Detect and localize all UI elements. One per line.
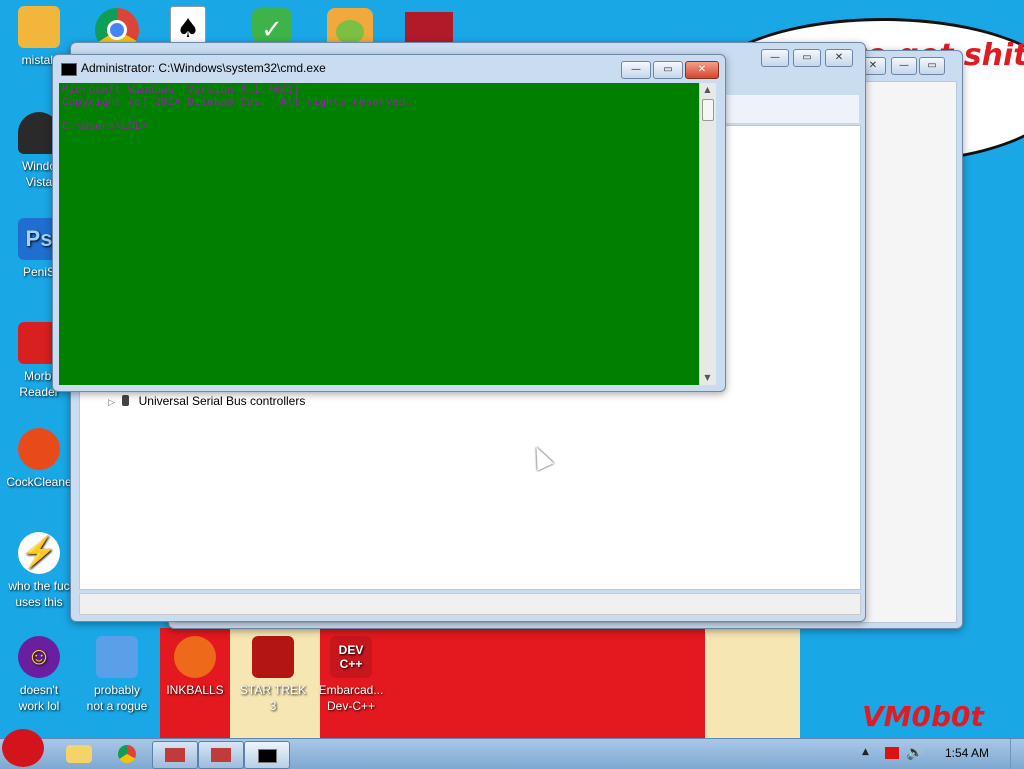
console-prompt: C:\Users\LOL> bbox=[62, 121, 148, 133]
desktop-icon[interactable]: ⚡ who the fuc uses this bbox=[0, 532, 78, 610]
minimize-button[interactable]: — bbox=[621, 61, 651, 79]
tree-item[interactable]: ▷ Universal Serial Bus controllers bbox=[108, 394, 305, 408]
desktop-icon-label: STAR TREK 3 bbox=[239, 683, 307, 713]
minimize-button[interactable]: — bbox=[761, 49, 789, 67]
taskbar-button-cmd[interactable] bbox=[244, 741, 290, 769]
tree-item-label: Universal Serial Bus controllers bbox=[138, 394, 306, 408]
desktop-icon[interactable]: INKBALLS bbox=[156, 636, 234, 698]
cmd-window[interactable]: Administrator: C:\Windows\system32\cmd.e… bbox=[52, 54, 726, 392]
start-button[interactable] bbox=[2, 729, 44, 767]
wallpaper-yellow-block bbox=[705, 628, 800, 738]
maximize-button[interactable]: ▭ bbox=[793, 49, 821, 67]
desktop-icon-label: CockCleane bbox=[6, 475, 72, 489]
status-bar bbox=[79, 593, 861, 615]
usb-icon bbox=[122, 395, 130, 406]
toolbox-icon bbox=[165, 748, 185, 762]
explorer-icon[interactable] bbox=[66, 745, 92, 763]
desktop-icon-label: doesn't work lol bbox=[18, 683, 60, 713]
taskbar: ▲ 🔊 1:54 AM bbox=[0, 729, 1024, 769]
taskbar-button[interactable] bbox=[198, 741, 244, 769]
minimize-button[interactable]: — bbox=[891, 57, 917, 75]
desktop-icon[interactable]: ☺ doesn't work lol bbox=[0, 636, 78, 714]
desktop-icon[interactable]: probably not a rogue bbox=[78, 636, 156, 714]
cmd-icon bbox=[61, 63, 77, 76]
star-wars-game-icon bbox=[252, 636, 294, 678]
expand-arrow-icon[interactable]: ▷ bbox=[108, 397, 115, 407]
close-button[interactable]: ✕ bbox=[825, 49, 853, 67]
broom-icon bbox=[18, 428, 60, 470]
scroll-up-button[interactable]: ▲ bbox=[700, 83, 715, 97]
flash-icon: ⚡ bbox=[18, 532, 60, 574]
action-center-icon[interactable] bbox=[885, 747, 899, 759]
desktop-icon-label: who the fuc uses this bbox=[8, 579, 70, 609]
clock[interactable]: 1:54 AM bbox=[945, 746, 989, 760]
yahoo-messenger-icon: ☺ bbox=[18, 636, 60, 678]
toolbox-icon bbox=[211, 748, 231, 762]
console-output[interactable]: Microsoft Windows [Version 6.1.7601] Copy… bbox=[59, 83, 699, 385]
console-line: Microsoft Windows [Version 6.1.7601] bbox=[62, 85, 300, 97]
show-hidden-icons-icon[interactable]: ▲ bbox=[862, 747, 869, 757]
desktop-icon[interactable]: STAR TREK 3 bbox=[234, 636, 312, 714]
show-desktop-button[interactable] bbox=[1010, 739, 1024, 769]
console-line: Copyright (c) 201X Dilebad Sys. All righ… bbox=[62, 97, 412, 109]
cmd-icon bbox=[258, 749, 277, 763]
inkball-icon bbox=[174, 636, 216, 678]
folder-user-icon bbox=[18, 6, 60, 48]
scroll-thumb[interactable] bbox=[702, 99, 714, 121]
desktop-icon-label: INKBALLS bbox=[166, 683, 224, 697]
desktop-icon-label: Embarcad... Dev-C++ bbox=[318, 683, 384, 713]
scrollbar[interactable]: ▲ ▼ bbox=[699, 83, 716, 385]
maximize-button[interactable]: ▭ bbox=[919, 57, 945, 75]
chrome-icon[interactable] bbox=[118, 745, 136, 763]
devcpp-icon: DEV C++ bbox=[330, 636, 372, 678]
taskbar-button[interactable] bbox=[152, 741, 198, 769]
maximize-button[interactable]: ▭ bbox=[653, 61, 683, 79]
volume-icon[interactable]: 🔊 bbox=[906, 745, 923, 761]
watermark: VM0b0t bbox=[862, 700, 984, 733]
desktop-icon[interactable]: DEV C++ Embarcad... Dev-C++ bbox=[312, 636, 390, 714]
settings-computer-icon bbox=[96, 636, 138, 678]
close-button[interactable]: ✕ bbox=[685, 61, 719, 79]
desktop-icon-label: probably not a rogue bbox=[86, 683, 148, 713]
scroll-down-button[interactable]: ▼ bbox=[700, 371, 715, 385]
window-title: Administrator: C:\Windows\system32\cmd.e… bbox=[81, 61, 326, 75]
desktop-icon[interactable]: CockCleane bbox=[0, 428, 78, 490]
